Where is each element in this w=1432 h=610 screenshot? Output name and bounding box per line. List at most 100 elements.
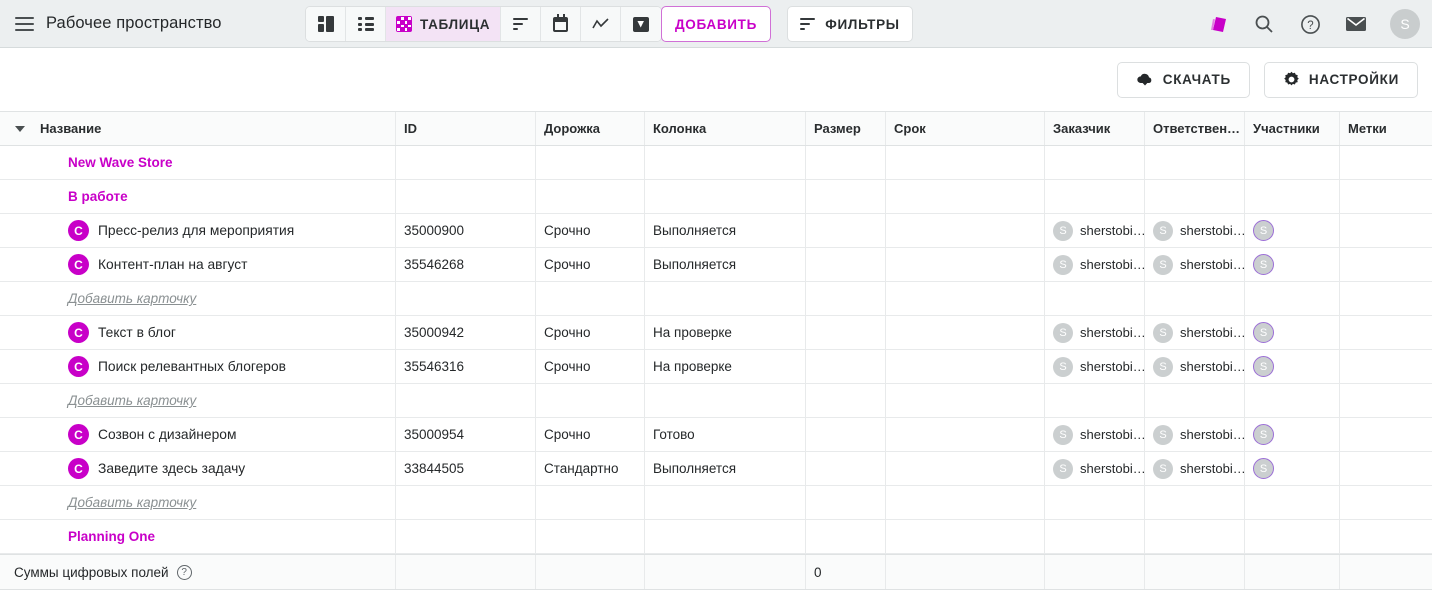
card-id[interactable]: 35000954	[396, 418, 536, 451]
view-archive-button[interactable]	[621, 7, 661, 41]
card-lane[interactable]: Срочно	[536, 418, 645, 451]
card-size[interactable]	[806, 316, 886, 349]
card-participants[interactable]: S	[1245, 248, 1340, 281]
view-sort-button[interactable]	[501, 7, 541, 41]
table-row[interactable]: C Текст в блог 35000942СрочноНа проверке…	[0, 316, 1432, 350]
card-tags[interactable]	[1340, 248, 1432, 281]
card-size[interactable]	[806, 350, 886, 383]
add-card-row[interactable]: Добавить карточку	[0, 282, 1432, 316]
card-customer[interactable]: S sherstobi…	[1045, 214, 1145, 247]
card-column[interactable]: Выполняется	[645, 214, 806, 247]
card-due[interactable]	[886, 248, 1045, 281]
header-cell-responsible[interactable]: Ответствен…	[1145, 112, 1245, 145]
header-cell-lane[interactable]: Дорожка	[536, 112, 645, 145]
card-participants[interactable]: S	[1245, 418, 1340, 451]
card-customer[interactable]: S sherstobi…	[1045, 248, 1145, 281]
header-cell-tags[interactable]: Метки	[1340, 112, 1432, 145]
view-dashboard-button[interactable]	[306, 7, 346, 41]
card-responsible[interactable]: S sherstobi…	[1145, 214, 1245, 247]
avatar[interactable]: S	[1390, 9, 1420, 39]
card-column[interactable]: Выполняется	[645, 452, 806, 485]
add-card-cell[interactable]: Добавить карточку	[0, 486, 396, 519]
card-id[interactable]: 35000942	[396, 316, 536, 349]
card-responsible[interactable]: S sherstobi…	[1145, 316, 1245, 349]
card-size[interactable]	[806, 418, 886, 451]
card-participants[interactable]: S	[1245, 452, 1340, 485]
card-size[interactable]	[806, 214, 886, 247]
card-responsible[interactable]: S sherstobi…	[1145, 418, 1245, 451]
card-responsible[interactable]: S sherstobi…	[1145, 248, 1245, 281]
book-magenta-icon[interactable]	[1206, 12, 1230, 36]
question-mark-icon[interactable]: ?	[177, 565, 192, 580]
card-lane[interactable]: Срочно	[536, 214, 645, 247]
table-group-row[interactable]: В работе	[0, 180, 1432, 214]
header-cell-participants[interactable]: Участники	[1245, 112, 1340, 145]
card-due[interactable]	[886, 316, 1045, 349]
card-column[interactable]: На проверке	[645, 316, 806, 349]
add-card-link[interactable]: Добавить карточку	[0, 291, 196, 306]
card-id[interactable]: 35546268	[396, 248, 536, 281]
card-size[interactable]	[806, 452, 886, 485]
card-due[interactable]	[886, 214, 1045, 247]
card-customer[interactable]: S sherstobi…	[1045, 316, 1145, 349]
header-cell-due[interactable]: Срок	[886, 112, 1045, 145]
view-calendar-button[interactable]	[541, 7, 581, 41]
card-tags[interactable]	[1340, 452, 1432, 485]
card-id[interactable]: 35546316	[396, 350, 536, 383]
card-id[interactable]: 35000900	[396, 214, 536, 247]
card-lane[interactable]: Срочно	[536, 316, 645, 349]
card-tags[interactable]	[1340, 316, 1432, 349]
card-responsible[interactable]: S sherstobi…	[1145, 350, 1245, 383]
group-title-cell[interactable]: Planning One	[0, 520, 396, 553]
table-group-row[interactable]: Planning One	[0, 520, 1432, 554]
view-list-button[interactable]	[346, 7, 386, 41]
mail-icon[interactable]	[1344, 12, 1368, 36]
card-lane[interactable]: Стандартно	[536, 452, 645, 485]
header-cell-customer[interactable]: Заказчик	[1045, 112, 1145, 145]
header-cell-size[interactable]: Размер	[806, 112, 886, 145]
add-card-link[interactable]: Добавить карточку	[0, 393, 196, 408]
card-column[interactable]: На проверке	[645, 350, 806, 383]
card-name-cell[interactable]: C Текст в блог	[0, 316, 396, 349]
card-tags[interactable]	[1340, 418, 1432, 451]
card-tags[interactable]	[1340, 350, 1432, 383]
table-row[interactable]: C Контент-план на август 35546268СрочноВ…	[0, 248, 1432, 282]
group-title-cell[interactable]: New Wave Store	[0, 146, 396, 179]
add-card-cell[interactable]: Добавить карточку	[0, 282, 396, 315]
add-card-link[interactable]: Добавить карточку	[0, 495, 196, 510]
card-responsible[interactable]: S sherstobi…	[1145, 452, 1245, 485]
header-cell-column[interactable]: Колонка	[645, 112, 806, 145]
card-id[interactable]: 33844505	[396, 452, 536, 485]
hamburger-icon[interactable]	[10, 10, 38, 38]
table-group-row[interactable]: New Wave Store	[0, 146, 1432, 180]
card-name-cell[interactable]: C Пресс-релиз для мероприятия	[0, 214, 396, 247]
card-participants[interactable]: S	[1245, 316, 1340, 349]
card-name-cell[interactable]: C Заведите здесь задачу	[0, 452, 396, 485]
card-tags[interactable]	[1340, 214, 1432, 247]
card-name-cell[interactable]: C Поиск релевантных блогеров	[0, 350, 396, 383]
table-row[interactable]: C Поиск релевантных блогеров 35546316Сро…	[0, 350, 1432, 384]
search-icon[interactable]	[1252, 12, 1276, 36]
card-customer[interactable]: S sherstobi…	[1045, 452, 1145, 485]
view-table-button[interactable]: ТАБЛИЦА	[386, 7, 501, 41]
add-card-cell[interactable]: Добавить карточку	[0, 384, 396, 417]
download-button[interactable]: СКАЧАТЬ	[1117, 62, 1250, 98]
card-lane[interactable]: Срочно	[536, 350, 645, 383]
table-row[interactable]: C Созвон с дизайнером 35000954СрочноГото…	[0, 418, 1432, 452]
card-customer[interactable]: S sherstobi…	[1045, 418, 1145, 451]
add-button[interactable]: ДОБАВИТЬ	[661, 6, 771, 42]
card-due[interactable]	[886, 452, 1045, 485]
table-row[interactable]: C Пресс-релиз для мероприятия 35000900Ср…	[0, 214, 1432, 248]
header-cell-id[interactable]: ID	[396, 112, 536, 145]
add-card-row[interactable]: Добавить карточку	[0, 384, 1432, 418]
card-participants[interactable]: S	[1245, 214, 1340, 247]
group-title-cell[interactable]: В работе	[0, 180, 396, 213]
table-row[interactable]: C Заведите здесь задачу 33844505Стандарт…	[0, 452, 1432, 486]
add-card-row[interactable]: Добавить карточку	[0, 486, 1432, 520]
settings-button[interactable]: НАСТРОЙКИ	[1264, 62, 1418, 98]
card-lane[interactable]: Срочно	[536, 248, 645, 281]
collapse-all-chevron-icon[interactable]	[0, 126, 40, 132]
card-due[interactable]	[886, 418, 1045, 451]
card-customer[interactable]: S sherstobi…	[1045, 350, 1145, 383]
card-column[interactable]: Выполняется	[645, 248, 806, 281]
